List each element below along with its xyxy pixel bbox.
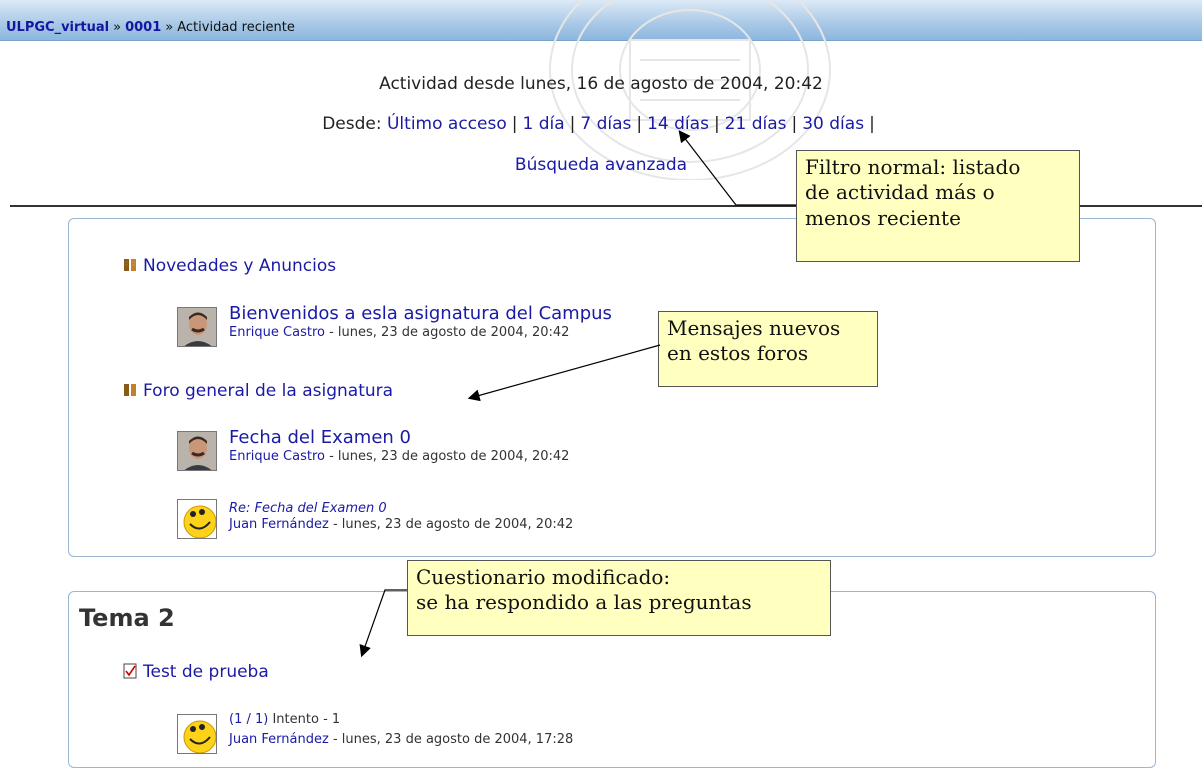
callout-messages: Mensajes nuevos en estos foros [658, 311, 878, 387]
post-meta: Enrique Castro - lunes, 23 de agosto de … [229, 449, 569, 464]
post-date: - lunes, 23 de agosto de 2004, 20:42 [324, 325, 570, 340]
filter-last-access-link[interactable]: Último acceso [387, 114, 507, 134]
forum-novedades-link[interactable]: Novedades y Anuncios [143, 256, 336, 276]
post-title-link[interactable]: Fecha del Examen 0 [229, 427, 411, 448]
desde-label: Desde: [322, 114, 382, 134]
breadcrumb-course-link[interactable]: 0001 [125, 20, 161, 35]
forum-icon [124, 259, 136, 271]
filter-21-days-link[interactable]: 21 días [725, 114, 787, 134]
quiz-icon [123, 663, 137, 679]
breadcrumb-site-link[interactable]: ULPGC_virtual [6, 20, 109, 35]
forum-icon [124, 384, 136, 396]
filter-30-days-link[interactable]: 30 días [802, 114, 864, 134]
breadcrumb-separator: » [165, 20, 174, 35]
activity-since-text: Actividad desde lunes, 16 de agosto de 2… [379, 74, 823, 94]
time-filter-row: Desde: Último acceso | 1 día | 7 días | 14 día… [322, 114, 875, 134]
section-title: Tema 2 [79, 604, 175, 632]
attempt-text: Intento - 1 [268, 712, 341, 727]
callout-quiz: Cuestionario modificado: se ha respondid… [407, 560, 831, 636]
avatar [177, 431, 217, 471]
breadcrumb-current: Actividad reciente [177, 20, 295, 35]
breadcrumb-separator: » [113, 20, 122, 35]
avatar [177, 499, 217, 539]
avatar [177, 307, 217, 347]
post-title-link[interactable]: Re: Fecha del Examen 0 [229, 501, 387, 516]
forum-general-link[interactable]: Foro general de la asignatura [143, 381, 393, 401]
post-meta: Juan Fernández - lunes, 23 de agosto de … [229, 517, 573, 532]
advanced-search-link[interactable]: Búsqueda avanzada [515, 155, 687, 175]
forum-heading: Novedades y Anuncios [123, 256, 336, 276]
quiz-heading: Test de prueba [123, 662, 269, 682]
filter-1-day-link[interactable]: 1 día [522, 114, 564, 134]
filter-7-days-link[interactable]: 7 días [580, 114, 631, 134]
post-meta: Enrique Castro - lunes, 23 de agosto de … [229, 325, 569, 340]
author-link[interactable]: Juan Fernández [229, 732, 329, 747]
attempt-info: (1 / 1) Intento - 1 [229, 712, 340, 727]
post-title-link[interactable]: Bienvenidos a esla asignatura del Campus [229, 303, 612, 324]
attempt-link[interactable]: (1 / 1) [229, 712, 268, 727]
author-link[interactable]: Juan Fernández [229, 517, 329, 532]
quiz-link[interactable]: Test de prueba [143, 662, 269, 682]
callout-filter: Filtro normal: listado de actividad más … [796, 150, 1080, 262]
post-date: - lunes, 23 de agosto de 2004, 20:42 [324, 449, 570, 464]
forum-heading: Foro general de la asignatura [123, 381, 393, 401]
forums-activity-box: Novedades y Anuncios Bienvenidos a esla … [68, 218, 1156, 557]
author-link[interactable]: Enrique Castro [229, 325, 325, 340]
breadcrumb: ULPGC_virtual» 0001» Actividad reciente [6, 20, 295, 35]
filter-14-days-link[interactable]: 14 días [647, 114, 709, 134]
post-date: - lunes, 23 de agosto de 2004, 20:42 [328, 517, 574, 532]
post-meta: Juan Fernández - lunes, 23 de agosto de … [229, 732, 573, 747]
post-date: - lunes, 23 de agosto de 2004, 17:28 [328, 732, 574, 747]
author-link[interactable]: Enrique Castro [229, 449, 325, 464]
avatar [177, 714, 217, 754]
